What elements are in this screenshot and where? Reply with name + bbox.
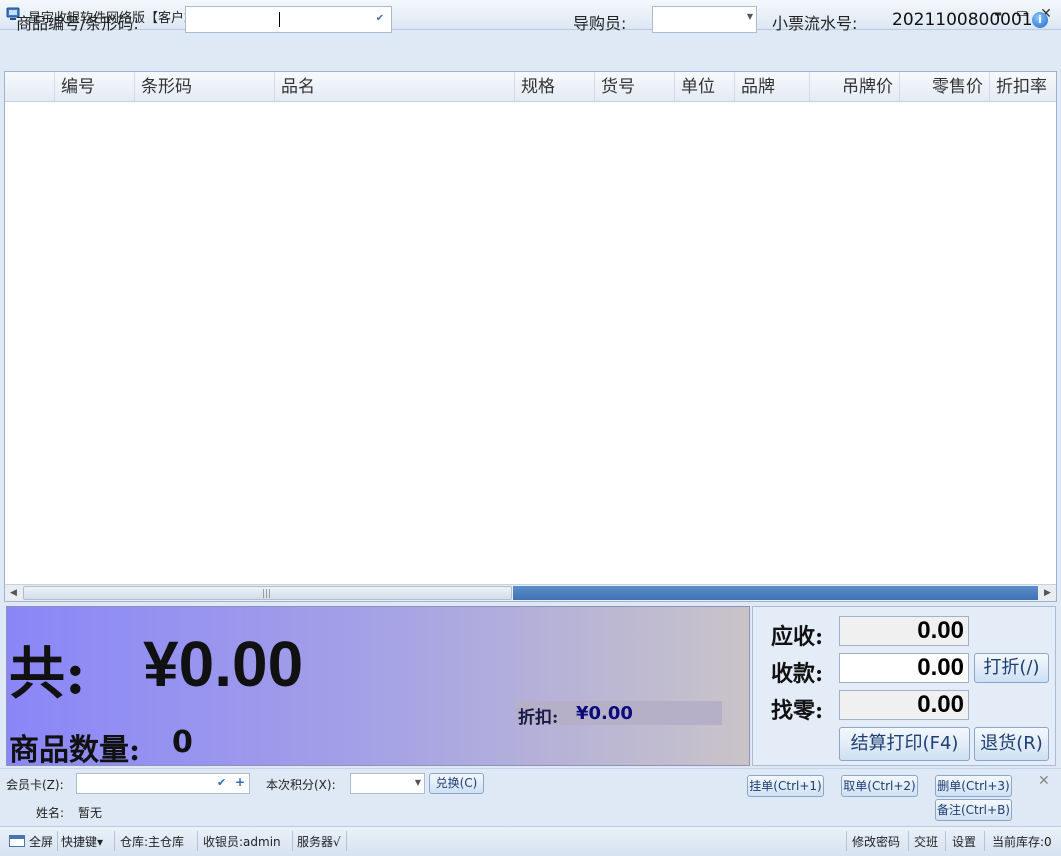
dropdown-arrow-icon[interactable]: ▼ [415, 778, 421, 787]
received-label: 收款: [771, 661, 824, 687]
note-button[interactable]: 备注(Ctrl+B) [935, 799, 1012, 821]
total-amount: ¥0.00 [143, 628, 304, 700]
quantity-value: 0 [172, 725, 193, 760]
close-icon[interactable]: ✕ [1038, 773, 1050, 789]
settings-button[interactable]: 设置 [952, 833, 976, 850]
col-header-barcode[interactable]: 条形码 [135, 72, 275, 101]
change-password-button[interactable]: 修改密码 [852, 833, 900, 850]
shortcuts-menu[interactable]: 快捷键▾ [61, 833, 103, 850]
fullscreen-icon[interactable] [9, 835, 25, 847]
stock-status: 当前库存:0 [992, 835, 1052, 849]
col-header-retail-price[interactable]: 零售价 [900, 72, 990, 101]
points-select[interactable]: ▼ [350, 773, 425, 794]
change-label: 找零: [771, 698, 824, 724]
points-label: 本次积分(X): [266, 778, 336, 792]
scroll-track-highlight[interactable] [513, 586, 1038, 600]
status-bar: 全屏 快捷键▾ 仓库:主仓库 收银员:admin 服务器√ 修改密码 交班 设置… [0, 826, 1061, 856]
add-icon[interactable]: + [235, 775, 245, 789]
shift-button[interactable]: 交班 [914, 833, 938, 850]
divider [908, 831, 909, 851]
discount-summary: 折扣: ¥0.00 [516, 701, 722, 728]
return-button[interactable]: 退货(R) [974, 727, 1049, 761]
col-header-sku[interactable]: 货号 [595, 72, 675, 101]
check-icon[interactable]: ✔ [217, 776, 226, 789]
divider [57, 831, 58, 851]
discount-label: 折扣: [518, 708, 559, 728]
discount-button[interactable]: 打折(/) [974, 653, 1049, 683]
delete-order-button[interactable]: 删单(Ctrl+3) [935, 775, 1012, 797]
member-card-input[interactable]: ✔ + [76, 773, 250, 794]
scroll-right-icon[interactable]: ▶ [1039, 585, 1056, 601]
member-name-label: 姓名: [36, 806, 65, 820]
item-grid[interactable]: 编号 条形码 品名 规格 货号 单位 品牌 吊牌价 零售价 折扣率 ◀ ||| … [4, 71, 1057, 602]
info-icon[interactable]: i [1032, 12, 1048, 28]
discount-value: ¥0.00 [576, 703, 633, 724]
fullscreen-button[interactable]: 全屏 [29, 833, 53, 850]
grid-header: 编号 条形码 品名 规格 货号 单位 品牌 吊牌价 零售价 折扣率 [5, 72, 1056, 102]
col-header-spec[interactable]: 规格 [515, 72, 595, 101]
payment-panel: 应收: 0.00 收款: 0.00 打折(/) 找零: 0.00 结算打印(F4… [752, 606, 1056, 766]
receipt-number: 2021100800001 [892, 10, 1033, 30]
member-card-label: 会员卡(Z): [6, 778, 64, 792]
text-caret [279, 12, 280, 27]
divider [346, 831, 347, 851]
due-label: 应收: [771, 624, 824, 650]
grip-icon: ||| [262, 589, 272, 599]
quantity-label: 商品数量: [9, 733, 141, 768]
warehouse-status: 仓库:主仓库 [120, 835, 185, 849]
col-header-brand[interactable]: 品牌 [735, 72, 810, 101]
divider [292, 831, 293, 851]
settle-print-button[interactable]: 结算打印(F4) [839, 727, 970, 761]
server-status: 服务器√ [297, 835, 341, 849]
divider [846, 831, 847, 851]
col-header-select[interactable] [5, 72, 55, 101]
top-toolbar [0, 31, 1061, 71]
col-header-discount-rate[interactable]: 折扣率 [990, 72, 1056, 101]
guide-label: 导购员: [573, 14, 627, 33]
chevron-down-icon[interactable]: ✔ [373, 11, 387, 27]
dropdown-arrow-icon[interactable]: ▼ [747, 12, 753, 21]
due-amount: 0.00 [839, 616, 969, 646]
guide-select[interactable]: ▼ [652, 6, 757, 33]
col-header-name[interactable]: 品名 [275, 72, 515, 101]
code-label: 商品编号/条形码: [16, 14, 139, 33]
receipt-label: 小票流水号: [772, 14, 858, 33]
col-header-unit[interactable]: 单位 [675, 72, 735, 101]
horizontal-scrollbar[interactable]: ◀ ||| ▶ [5, 584, 1056, 601]
divider [984, 831, 985, 851]
change-amount: 0.00 [839, 690, 969, 720]
received-input[interactable]: 0.00 [839, 653, 969, 683]
col-header-tag-price[interactable]: 吊牌价 [810, 72, 900, 101]
divider [945, 831, 946, 851]
exchange-button[interactable]: 兑换(C) [429, 773, 484, 794]
divider [197, 831, 198, 851]
fetch-order-button[interactable]: 取单(Ctrl+2) [841, 775, 918, 797]
member-name-value: 暂无 [78, 806, 103, 820]
hold-order-button[interactable]: 挂单(Ctrl+1) [747, 775, 824, 797]
totals-panel: 共: ¥0.00 商品数量: 0 折扣: ¥0.00 [6, 606, 750, 768]
scroll-left-icon[interactable]: ◀ [5, 585, 22, 601]
code-combobox[interactable]: ✔ [185, 6, 392, 33]
total-label: 共: [9, 641, 86, 707]
col-header-id[interactable]: 编号 [55, 72, 135, 101]
scroll-thumb[interactable]: ||| [23, 586, 512, 600]
cashier-status: 收银员:admin [203, 835, 281, 849]
divider [114, 831, 115, 851]
